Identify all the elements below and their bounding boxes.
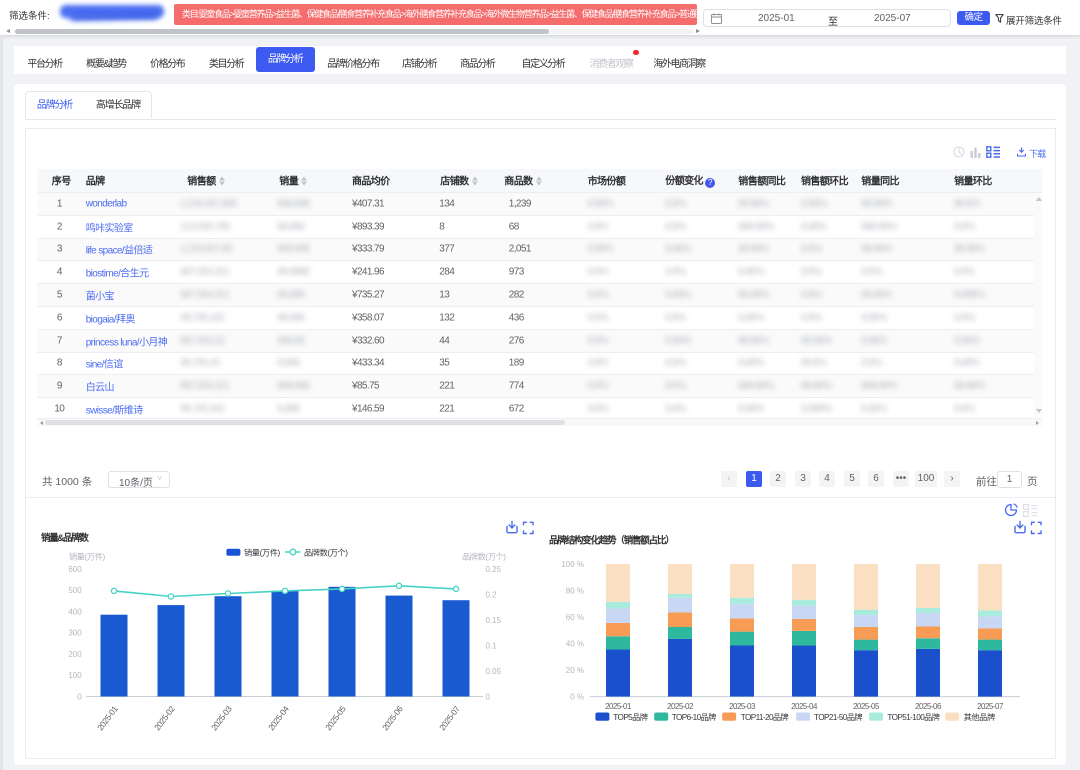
svg-text:2025-03: 2025-03: [209, 703, 234, 732]
svg-text:600: 600: [68, 564, 82, 573]
svg-text:0: 0: [77, 692, 82, 701]
svg-text:0.05: 0.05: [486, 666, 502, 675]
svg-text:2025-05: 2025-05: [853, 702, 880, 711]
svg-text:TOP6-10品牌: TOP6-10品牌: [672, 712, 716, 722]
svg-text:2025-01: 2025-01: [95, 703, 120, 732]
svg-text:2025-05: 2025-05: [323, 703, 348, 732]
svg-text:销量(万件): 销量(万件): [244, 547, 280, 557]
svg-text:品牌数(万个): 品牌数(万个): [462, 551, 506, 561]
svg-text:2025-03: 2025-03: [729, 702, 756, 711]
svg-text:2025-04: 2025-04: [266, 703, 291, 732]
svg-text:0.1: 0.1: [486, 641, 498, 650]
svg-text:20 %: 20 %: [566, 665, 584, 674]
svg-text:2025-07: 2025-07: [977, 702, 1004, 711]
svg-text:2025-06: 2025-06: [380, 703, 405, 732]
svg-text:0.25: 0.25: [486, 564, 502, 573]
svg-text:2025-07: 2025-07: [437, 703, 462, 732]
svg-text:2025-01: 2025-01: [605, 702, 632, 711]
svg-text:2025-02: 2025-02: [667, 702, 694, 711]
svg-text:TOP5品牌: TOP5品牌: [613, 712, 647, 722]
svg-text:2025-04: 2025-04: [791, 702, 818, 711]
svg-text:品牌结构变化趋势（销售额占比）: 品牌结构变化趋势（销售额占比）: [549, 534, 674, 546]
svg-text:200: 200: [68, 649, 82, 658]
svg-text:80 %: 80 %: [566, 586, 584, 595]
svg-text:500: 500: [68, 586, 82, 595]
svg-text:2025-06: 2025-06: [915, 702, 942, 711]
svg-text:TOP51-100品牌: TOP51-100品牌: [887, 712, 939, 722]
svg-text:销量(万件): 销量(万件): [69, 551, 105, 561]
svg-text:其他品牌: 其他品牌: [964, 712, 995, 722]
svg-text:0.15: 0.15: [486, 615, 502, 624]
svg-text:60 %: 60 %: [566, 612, 584, 621]
svg-text:2025-02: 2025-02: [152, 703, 177, 732]
svg-text:TOP11-20品牌: TOP11-20品牌: [741, 712, 789, 722]
svg-text:100 %: 100 %: [561, 559, 584, 568]
svg-text:0.2: 0.2: [486, 590, 498, 599]
svg-text:TOP21-50品牌: TOP21-50品牌: [814, 712, 862, 722]
svg-text:400: 400: [68, 607, 82, 616]
svg-text:40 %: 40 %: [566, 639, 584, 648]
svg-text:品牌数(万个): 品牌数(万个): [304, 547, 348, 557]
svg-text:0: 0: [486, 692, 491, 701]
svg-text:0 %: 0 %: [570, 692, 584, 701]
svg-text:销量&品牌数: 销量&品牌数: [41, 532, 89, 544]
svg-text:300: 300: [68, 628, 82, 637]
svg-text:100: 100: [68, 671, 82, 680]
